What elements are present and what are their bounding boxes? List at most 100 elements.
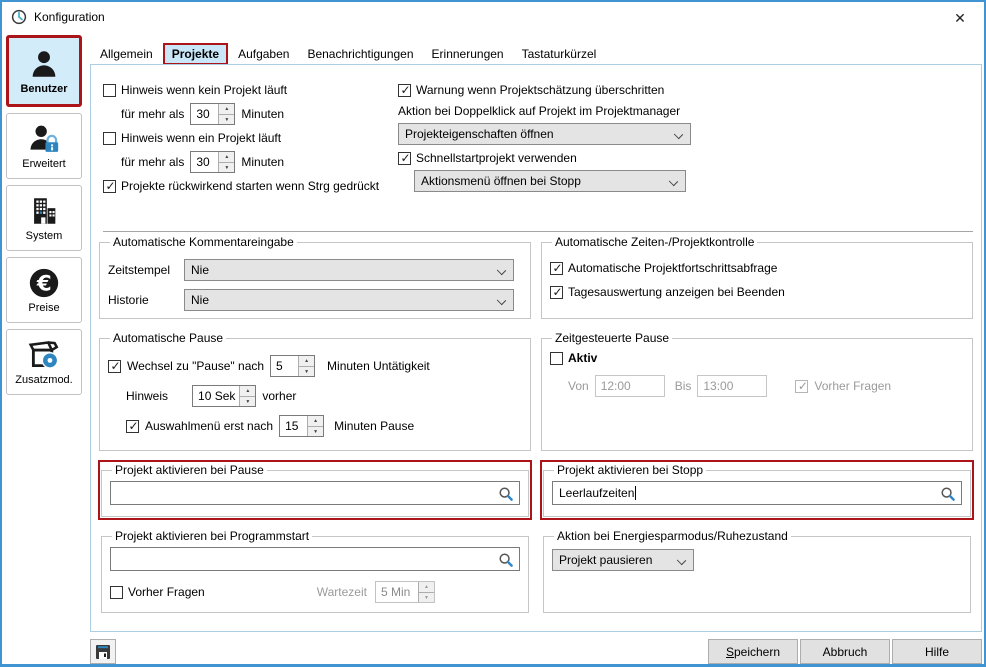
title-bar: Konfiguration ✕	[2, 2, 984, 32]
hint-one-project-label: Hinweis wenn ein Projekt läuft	[121, 131, 281, 145]
spinner-up-icon[interactable]	[240, 386, 255, 397]
pause-switch-suffix: Minuten Untätigkeit	[327, 359, 430, 373]
hint-no-project-row: Hinweis wenn kein Projekt läuft	[103, 83, 379, 97]
activate-on-pause-search-input[interactable]	[110, 481, 520, 505]
retroactive-row: Projekte rückwirkend starten wenn Strg g…	[103, 179, 379, 193]
window-title: Konfiguration	[34, 10, 105, 24]
tab-aufgaben[interactable]: Aufgaben	[230, 43, 297, 65]
pause-minutes-stepper[interactable]: 5	[270, 355, 315, 377]
history-row: Historie Nie	[108, 289, 522, 311]
timestamp-select[interactable]: Nie	[184, 259, 514, 281]
stepper-value: 5	[271, 356, 298, 376]
spinner-down-icon	[419, 593, 434, 603]
dialog-buttons: Speichern Abbruch Hilfe	[708, 639, 982, 664]
tab-allgemein[interactable]: Allgemein	[92, 43, 161, 65]
hint-one-project-checkbox[interactable]	[103, 132, 116, 145]
tab-tastaturkuerzel[interactable]: Tastaturkürzel	[514, 43, 605, 65]
spinner-down-icon[interactable]	[308, 427, 323, 437]
timed-pause-active-label: Aktiv	[568, 351, 597, 365]
duration-prefix-label: für mehr als	[121, 155, 184, 169]
save-button[interactable]: Speichern	[708, 639, 798, 664]
selection-menu-suffix: Minuten Pause	[334, 419, 414, 433]
energy-action-select[interactable]: Projekt pausieren	[552, 549, 694, 571]
pause-hint-label: Hinweis	[126, 389, 168, 403]
timestamp-label: Zeitstempel	[108, 263, 184, 277]
quickstart-checkbox[interactable]	[398, 152, 411, 165]
save-profile-button[interactable]	[90, 639, 116, 664]
selection-menu-stepper[interactable]: 15	[279, 415, 324, 437]
timestamp-row: Zeitstempel Nie	[108, 259, 522, 281]
tab-erinnerungen[interactable]: Erinnerungen	[424, 43, 512, 65]
quickstart-action-select[interactable]: Aktionsmenü öffnen bei Stopp	[414, 170, 686, 192]
duration-prefix-label: für mehr als	[121, 107, 184, 121]
retroactive-checkbox[interactable]	[103, 180, 116, 193]
close-icon[interactable]: ✕	[950, 8, 970, 28]
hint-no-project-checkbox[interactable]	[103, 84, 116, 97]
tab-projekte[interactable]: Projekte	[163, 43, 228, 65]
no-project-minutes-stepper[interactable]: 30	[190, 103, 235, 125]
doubleclick-label-row: Aktion bei Doppelklick auf Projekt im Pr…	[398, 104, 691, 118]
pause-switch-label: Wechsel zu "Pause" nach	[127, 359, 264, 373]
clock-icon	[11, 9, 27, 25]
footer-bar: Speichern Abbruch Hilfe	[90, 638, 982, 665]
timed-pause-active-checkbox[interactable]	[550, 352, 563, 365]
help-button[interactable]: Hilfe	[892, 639, 982, 664]
spinner-down-icon[interactable]	[219, 163, 234, 173]
spinner-up-icon[interactable]	[219, 152, 234, 163]
spinner-up-icon[interactable]	[299, 356, 314, 367]
hint-one-project-duration-row: für mehr als 30 Minuten	[121, 151, 379, 173]
sidebar-item-erweitert[interactable]: Erweitert	[6, 113, 82, 179]
from-time-field: 12:00	[595, 375, 665, 397]
ask-before-label: Vorher Fragen	[814, 379, 891, 393]
quickstart-label: Schnellstartprojekt verwenden	[416, 151, 577, 165]
start-ask-checkbox[interactable]	[110, 586, 123, 599]
sidebar-item-label: System	[26, 230, 63, 242]
pause-hint-stepper[interactable]: 10 Sek	[192, 385, 256, 407]
sidebar-item-label: Benutzer	[20, 83, 67, 95]
pause-switch-checkbox[interactable]	[108, 360, 121, 373]
group-title: Automatische Kommentareingabe	[110, 235, 297, 249]
hint-settings-block: Hinweis wenn kein Projekt läuft für mehr…	[103, 83, 379, 193]
start-ask-label: Vorher Fragen	[128, 585, 205, 599]
doubleclick-action-select[interactable]: Projekteigenschaften öffnen	[398, 123, 691, 145]
history-label: Historie	[108, 293, 184, 307]
progress-query-checkbox[interactable]	[550, 262, 563, 275]
spinner-down-icon[interactable]	[240, 397, 255, 407]
warning-checkbox[interactable]	[398, 84, 411, 97]
activate-on-start-search-input[interactable]	[110, 547, 520, 571]
svg-text:€: €	[36, 271, 52, 296]
spinner-up-icon[interactable]	[308, 416, 323, 427]
sidebar-item-benutzer[interactable]: Benutzer	[6, 35, 82, 107]
duration-suffix-label: Minuten	[241, 107, 284, 121]
daily-report-checkbox[interactable]	[550, 286, 563, 299]
ask-before-checkbox	[795, 380, 808, 393]
sidebar-item-system[interactable]: System	[6, 185, 82, 251]
sidebar-item-preise[interactable]: € Preise	[6, 257, 82, 323]
sidebar-item-zusatzmod[interactable]: Zusatzmod.	[6, 329, 82, 395]
selection-menu-checkbox[interactable]	[126, 420, 139, 433]
energy-saving-group: Aktion bei Energiesparmodus/Ruhezustand …	[543, 529, 971, 613]
activate-on-start-group: Projekt aktivieren bei Programmstart Vor…	[101, 529, 529, 613]
project-action-block: Warnung wenn Projektschätzung überschrit…	[398, 83, 691, 192]
spinner-up-icon[interactable]	[219, 104, 234, 115]
one-project-minutes-stepper[interactable]: 30	[190, 151, 235, 173]
euro-icon: €	[27, 266, 61, 300]
spinner-down-icon[interactable]	[299, 367, 314, 377]
tab-benachrichtigungen[interactable]: Benachrichtigungen	[299, 43, 421, 65]
retroactive-label: Projekte rückwirkend starten wenn Strg g…	[121, 179, 379, 193]
cancel-button[interactable]: Abbruch	[800, 639, 890, 664]
cancel-button-label: Abbruch	[823, 645, 868, 659]
building-icon	[27, 194, 61, 228]
pause-switch-row: Wechsel zu "Pause" nach 5 Minuten Untäti…	[108, 355, 522, 377]
to-time-value: 13:00	[703, 379, 733, 393]
spinner-down-icon[interactable]	[219, 115, 234, 125]
activate-on-pause-group: Projekt aktivieren bei Pause	[101, 463, 529, 517]
configuration-dialog: Konfiguration ✕ Benutzer Erweitert	[0, 0, 986, 667]
start-ask-row: Vorher Fragen Wartezeit 5 Min	[110, 581, 520, 603]
text-cursor	[635, 486, 636, 500]
timed-pause-group: Zeitgesteuerte Pause Aktiv Von 12:00 Bis…	[541, 331, 973, 451]
to-label: Bis	[675, 379, 692, 393]
chevron-down-icon	[497, 266, 506, 275]
history-select[interactable]: Nie	[184, 289, 514, 311]
activate-on-stop-search-input[interactable]: Leerlaufzeiten	[552, 481, 962, 505]
